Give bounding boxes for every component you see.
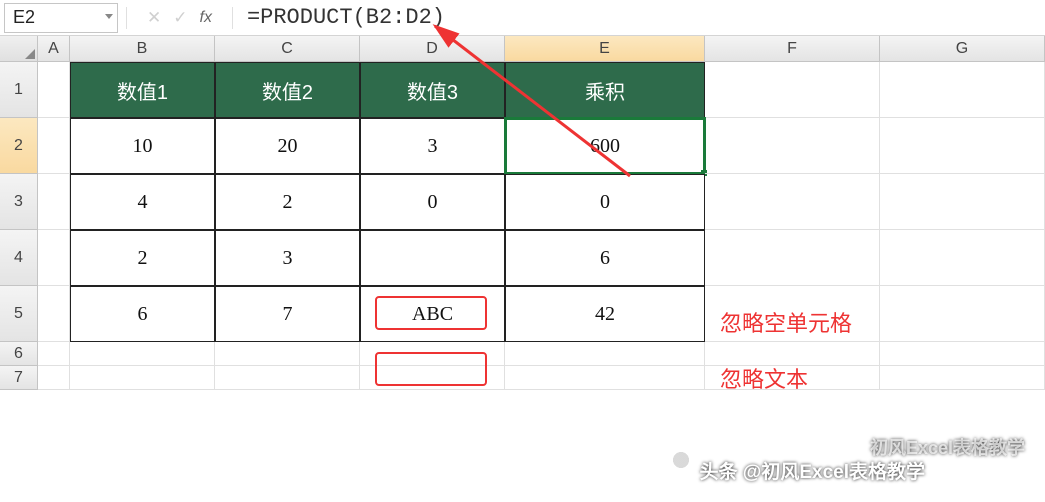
cell-A6[interactable] bbox=[38, 342, 70, 366]
cell-B7[interactable] bbox=[70, 366, 215, 390]
cell-F2[interactable] bbox=[705, 118, 880, 174]
cell-E1[interactable]: 乘积 bbox=[505, 62, 705, 118]
name-box-value: E2 bbox=[13, 7, 35, 28]
cell-A2[interactable] bbox=[38, 118, 70, 174]
row-header-2[interactable]: 2 bbox=[0, 118, 38, 174]
cell-E4[interactable]: 6 bbox=[505, 230, 705, 286]
watermark-2: 头条 @初风Excel表格教学 bbox=[700, 457, 925, 484]
row-header-3[interactable]: 3 bbox=[0, 174, 38, 230]
col-header-D[interactable]: D bbox=[360, 36, 505, 62]
row-3: 3 4 2 0 0 bbox=[0, 174, 1045, 230]
enter-icon[interactable]: ✓ bbox=[173, 8, 187, 28]
cell-D5[interactable]: ABC bbox=[360, 286, 505, 342]
cell-B1[interactable]: 数值1 bbox=[70, 62, 215, 118]
cell-D3[interactable]: 0 bbox=[360, 174, 505, 230]
cell-D2[interactable]: 3 bbox=[360, 118, 505, 174]
row-2: 2 10 20 3 600 bbox=[0, 118, 1045, 174]
cell-B6[interactable] bbox=[70, 342, 215, 366]
rows: 1 数值1 数值2 数值3 乘积 2 10 20 3 600 3 bbox=[0, 62, 1045, 390]
formula-input[interactable]: =PRODUCT(B2:D2) bbox=[239, 5, 1045, 30]
annotation-ignore-blank: 忽略空单元格 bbox=[720, 306, 852, 338]
cancel-icon[interactable]: ✕ bbox=[147, 8, 161, 28]
cell-D7[interactable] bbox=[360, 366, 505, 390]
cell-C7[interactable] bbox=[215, 366, 360, 390]
chevron-down-icon[interactable] bbox=[105, 14, 113, 19]
col-header-F[interactable]: F bbox=[705, 36, 880, 62]
cell-E5[interactable]: 42 bbox=[505, 286, 705, 342]
cell-C6[interactable] bbox=[215, 342, 360, 366]
cell-value: 600 bbox=[590, 135, 620, 158]
formula-bar: E2 ✕ ✓ fx =PRODUCT(B2:D2) bbox=[0, 0, 1045, 36]
cell-G3[interactable] bbox=[880, 174, 1045, 230]
cell-E2[interactable]: 600 bbox=[505, 118, 705, 174]
cell-A4[interactable] bbox=[38, 230, 70, 286]
cell-G5[interactable] bbox=[880, 286, 1045, 342]
cell-A1[interactable] bbox=[38, 62, 70, 118]
cell-C3[interactable]: 2 bbox=[215, 174, 360, 230]
cell-B5[interactable]: 6 bbox=[70, 286, 215, 342]
separator bbox=[126, 7, 127, 29]
col-header-A[interactable]: A bbox=[38, 36, 70, 62]
cell-C2[interactable]: 20 bbox=[215, 118, 360, 174]
cell-B2[interactable]: 10 bbox=[70, 118, 215, 174]
cell-C4[interactable]: 3 bbox=[215, 230, 360, 286]
cell-G2[interactable] bbox=[880, 118, 1045, 174]
cell-F1[interactable] bbox=[705, 62, 880, 118]
cell-A3[interactable] bbox=[38, 174, 70, 230]
cell-E6[interactable] bbox=[505, 342, 705, 366]
row-header-7[interactable]: 7 bbox=[0, 366, 38, 390]
col-header-B[interactable]: B bbox=[70, 36, 215, 62]
select-all-corner[interactable] bbox=[0, 36, 38, 62]
cell-B4[interactable]: 2 bbox=[70, 230, 215, 286]
cell-C1[interactable]: 数值2 bbox=[215, 62, 360, 118]
cell-G6[interactable] bbox=[880, 342, 1045, 366]
row-header-1[interactable]: 1 bbox=[0, 62, 38, 118]
col-header-E[interactable]: E bbox=[505, 36, 705, 62]
cell-F3[interactable] bbox=[705, 174, 880, 230]
cell-A7[interactable] bbox=[38, 366, 70, 390]
row-1: 1 数值1 数值2 数值3 乘积 bbox=[0, 62, 1045, 118]
cell-A5[interactable] bbox=[38, 286, 70, 342]
cell-D6[interactable] bbox=[360, 342, 505, 366]
col-header-G[interactable]: G bbox=[880, 36, 1045, 62]
row-4: 4 2 3 6 bbox=[0, 230, 1045, 286]
name-box[interactable]: E2 bbox=[4, 3, 118, 33]
spreadsheet-grid: A B C D E F G 1 数值1 数值2 数值3 乘积 2 10 20 3… bbox=[0, 36, 1045, 390]
watermark-logo-icon bbox=[667, 446, 695, 474]
formula-bar-icons: ✕ ✓ fx bbox=[133, 8, 226, 28]
row-6: 6 bbox=[0, 342, 1045, 366]
separator bbox=[232, 7, 233, 29]
cell-F4[interactable] bbox=[705, 230, 880, 286]
cell-E7[interactable] bbox=[505, 366, 705, 390]
row-5: 5 6 7 ABC 42 bbox=[0, 286, 1045, 342]
column-headers: A B C D E F G bbox=[0, 36, 1045, 62]
cell-G1[interactable] bbox=[880, 62, 1045, 118]
row-7: 7 bbox=[0, 366, 1045, 390]
annotation-ignore-text: 忽略文本 bbox=[720, 362, 808, 394]
cell-B3[interactable]: 4 bbox=[70, 174, 215, 230]
cell-G7[interactable] bbox=[880, 366, 1045, 390]
cell-C5[interactable]: 7 bbox=[215, 286, 360, 342]
row-header-4[interactable]: 4 bbox=[0, 230, 38, 286]
cell-G4[interactable] bbox=[880, 230, 1045, 286]
cell-D4[interactable] bbox=[360, 230, 505, 286]
row-header-6[interactable]: 6 bbox=[0, 342, 38, 366]
col-header-C[interactable]: C bbox=[215, 36, 360, 62]
fx-icon[interactable]: fx bbox=[200, 9, 212, 27]
cell-D1[interactable]: 数值3 bbox=[360, 62, 505, 118]
row-header-5[interactable]: 5 bbox=[0, 286, 38, 342]
cell-E3[interactable]: 0 bbox=[505, 174, 705, 230]
